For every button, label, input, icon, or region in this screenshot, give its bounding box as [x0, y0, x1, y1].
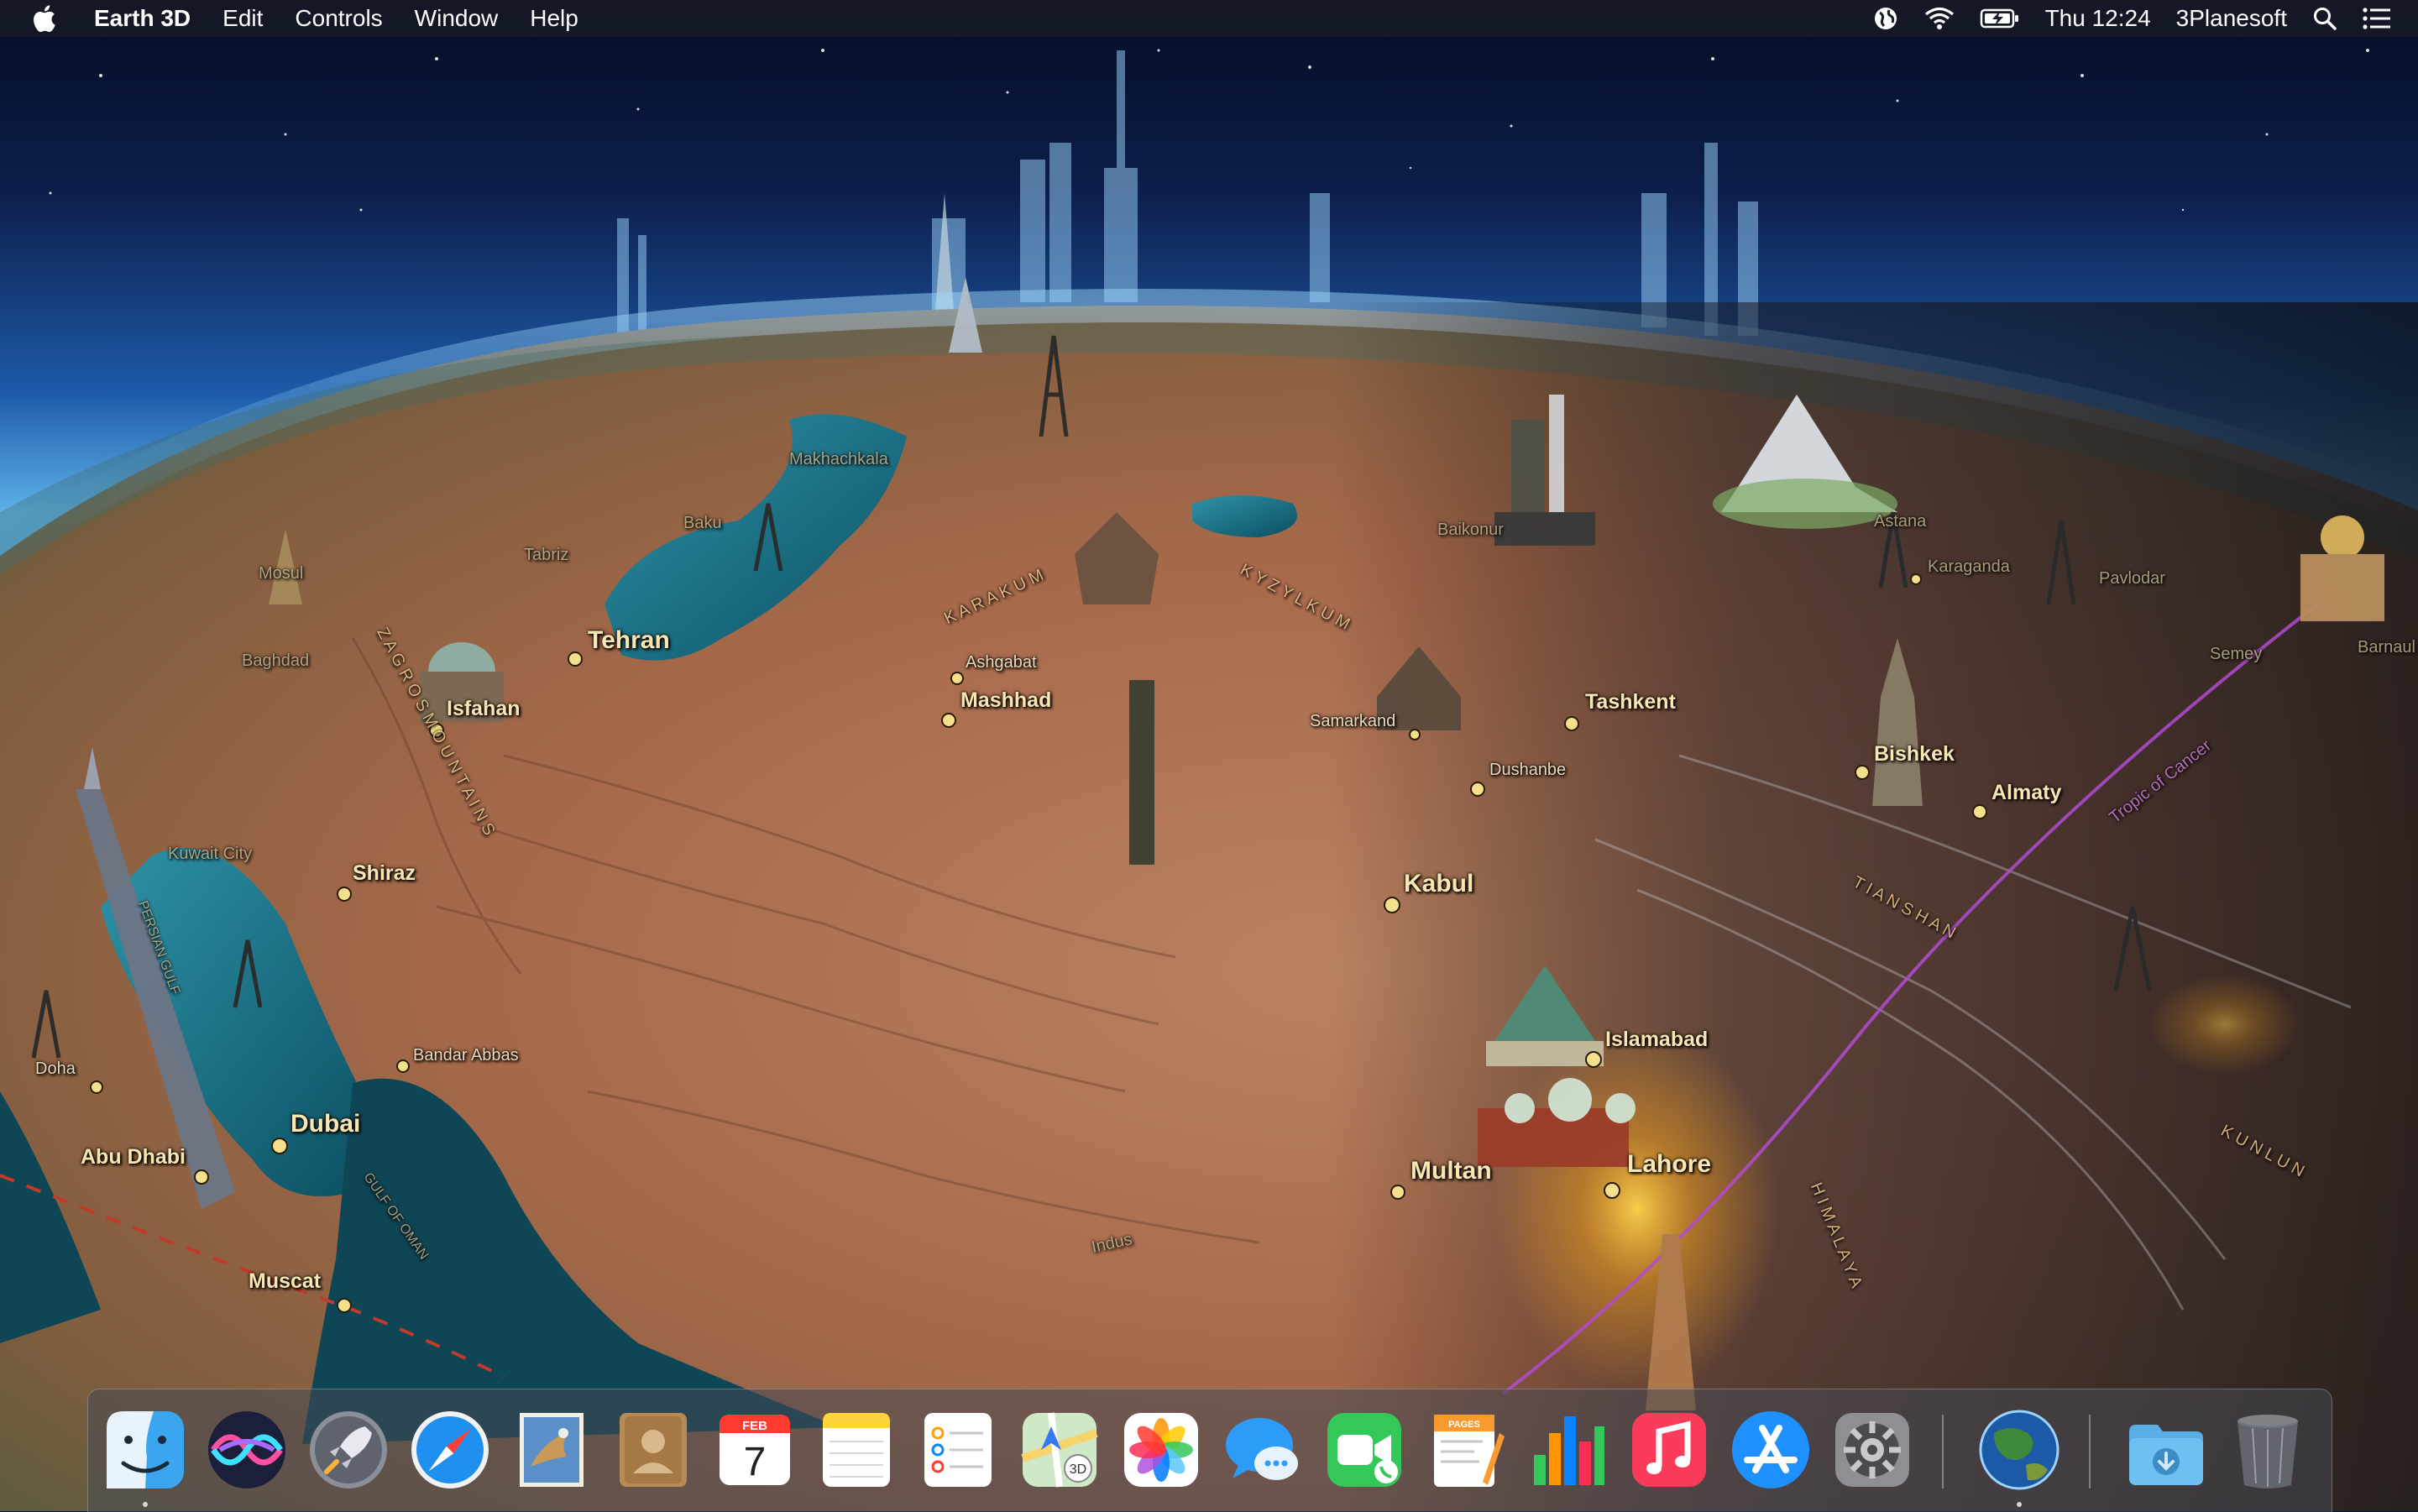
app-store-icon[interactable] — [1729, 1408, 1813, 1492]
dock-separator — [2089, 1415, 2091, 1488]
city-label-tashkent[interactable]: Tashkent — [1585, 690, 1676, 714]
menu-window[interactable]: Window — [415, 5, 499, 32]
city-label-almaty[interactable]: Almaty — [1991, 781, 2061, 805]
city-label-bishkek[interactable]: Bishkek — [1874, 742, 1955, 766]
dock-separator — [1942, 1415, 1944, 1488]
city-label-abu-dhabi[interactable]: Abu Dhabi — [81, 1145, 186, 1169]
city-label-makhachkala[interactable]: Makhachkala — [789, 450, 888, 469]
city-label-dushanbe[interactable]: Dushanbe — [1489, 761, 1566, 780]
finder-running-indicator — [143, 1502, 148, 1507]
city-label-karaganda[interactable]: Karaganda — [1928, 557, 2010, 577]
city-label-tabriz[interactable]: Tabriz — [524, 546, 568, 565]
city-label-dubai[interactable]: Dubai — [290, 1110, 360, 1138]
mail-icon[interactable] — [510, 1408, 594, 1492]
globe-icon[interactable] — [1872, 0, 1899, 37]
contacts-icon[interactable] — [611, 1408, 695, 1492]
city-label-pavlodar[interactable]: Pavlodar — [2099, 569, 2165, 589]
city-label-muscat[interactable]: Muscat — [249, 1269, 321, 1294]
numbers-icon[interactable] — [1526, 1408, 1609, 1492]
city-label-baghdad[interactable]: Baghdad — [242, 651, 309, 671]
trash-icon[interactable] — [2226, 1408, 2310, 1492]
menu-app-name[interactable]: Earth 3D — [94, 5, 191, 32]
city-label-baikonur[interactable]: Baikonur — [1437, 521, 1504, 540]
city-label-baku[interactable]: Baku — [683, 514, 722, 533]
city-label-kabul[interactable]: Kabul — [1404, 870, 1473, 898]
notification-center-icon[interactable] — [2363, 0, 2391, 37]
pages-badge: PAGES — [1448, 1420, 1480, 1430]
battery-charging-icon[interactable] — [1980, 0, 2020, 37]
maps-3d-badge: 3D — [1070, 1462, 1086, 1477]
photos-icon[interactable] — [1119, 1408, 1203, 1492]
earth-3d-view[interactable] — [0, 0, 2418, 1511]
menu-clock[interactable]: Thu 12:24 — [2045, 5, 2151, 32]
launchpad-icon[interactable] — [306, 1408, 390, 1492]
menu-bar: Earth 3D Edit Controls Window Help Thu 1… — [0, 0, 2418, 37]
menu-help[interactable]: Help — [530, 5, 578, 32]
spotlight-search-icon[interactable] — [2312, 0, 2337, 37]
reminders-icon[interactable] — [916, 1408, 1000, 1492]
earth-3d-icon[interactable] — [1977, 1408, 2061, 1492]
menu-edit[interactable]: Edit — [222, 5, 263, 32]
downloads-folder-icon[interactable] — [2124, 1408, 2208, 1492]
messages-icon[interactable] — [1221, 1408, 1305, 1492]
apple-menu-icon[interactable] — [34, 2, 62, 35]
city-label-mashhad[interactable]: Mashhad — [960, 688, 1051, 713]
system-preferences-icon[interactable] — [1830, 1408, 1914, 1492]
city-label-samarkand[interactable]: Samarkand — [1310, 712, 1395, 731]
city-label-islamabad[interactable]: Islamabad — [1605, 1028, 1708, 1052]
city-label-shiraz[interactable]: Shiraz — [353, 861, 416, 886]
city-label-mosul[interactable]: Mosul — [259, 564, 303, 583]
city-label-kuwait-city[interactable]: Kuwait City — [168, 845, 252, 864]
music-icon[interactable] — [1627, 1408, 1711, 1492]
siri-icon[interactable] — [205, 1408, 289, 1492]
menu-controls[interactable]: Controls — [295, 5, 382, 32]
maps-icon[interactable]: 3D — [1018, 1408, 1102, 1492]
dock: FEB 7 3D PAGES — [87, 1389, 2332, 1512]
calendar-day: 7 — [744, 1440, 767, 1484]
city-label-barnaul[interactable]: Barnaul — [2358, 638, 2415, 657]
earth-3d-running-indicator — [2017, 1502, 2022, 1507]
city-label-bandar-abbas[interactable]: Bandar Abbas — [413, 1046, 519, 1065]
city-label-ashgabat[interactable]: Ashgabat — [966, 653, 1037, 672]
safari-icon[interactable] — [408, 1408, 492, 1492]
city-label-multan[interactable]: Multan — [1410, 1157, 1492, 1185]
city-label-isfahan[interactable]: Isfahan — [447, 697, 521, 721]
menu-user[interactable]: 3Planesoft — [2176, 5, 2287, 32]
city-label-doha[interactable]: Doha — [35, 1059, 76, 1079]
finder-icon[interactable] — [103, 1408, 187, 1492]
city-label-astana[interactable]: Astana — [1874, 512, 1926, 531]
calendar-icon[interactable]: FEB 7 — [713, 1408, 797, 1492]
calendar-month: FEB — [742, 1419, 767, 1433]
notes-icon[interactable] — [814, 1408, 898, 1492]
city-label-tehran[interactable]: Tehran — [588, 626, 670, 655]
city-label-lahore[interactable]: Lahore — [1627, 1150, 1711, 1179]
pages-icon[interactable]: PAGES — [1424, 1408, 1508, 1492]
city-label-semey[interactable]: Semey — [2210, 645, 2262, 664]
wifi-icon[interactable] — [1924, 0, 1955, 37]
facetime-icon[interactable] — [1322, 1408, 1406, 1492]
